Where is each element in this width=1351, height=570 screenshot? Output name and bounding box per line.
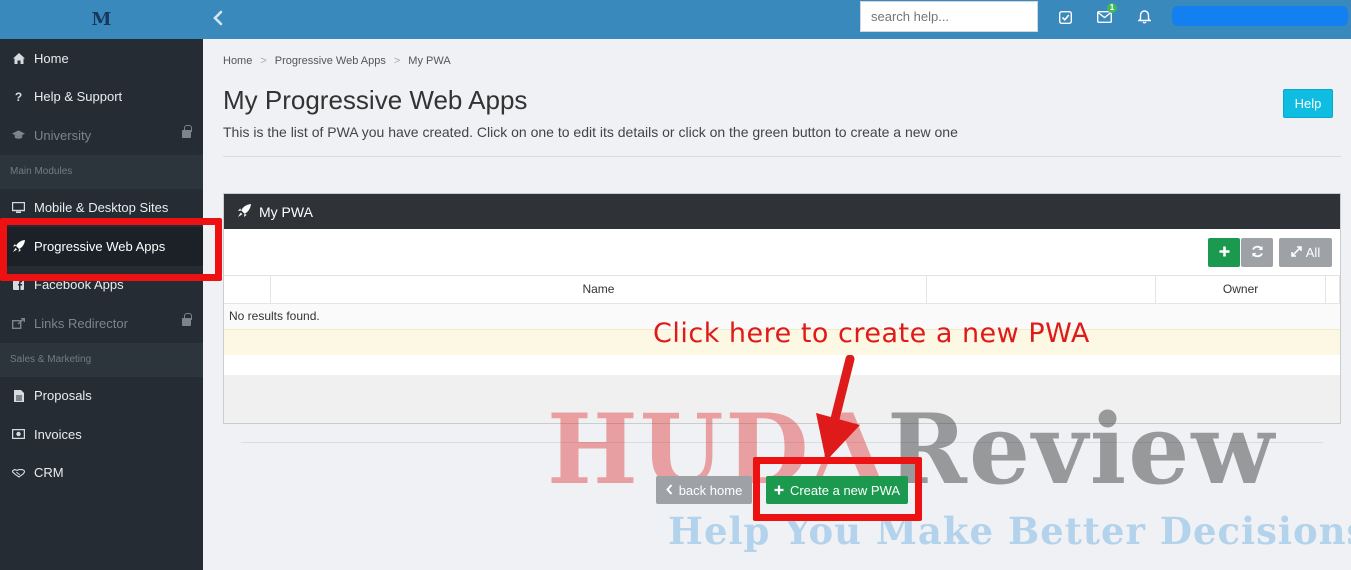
back-home-button[interactable]: back home [656, 476, 752, 504]
sidebar-item-crm[interactable]: CRM [0, 454, 203, 493]
highlight-box-create [753, 457, 922, 521]
highlight-box-sidebar [0, 218, 222, 281]
divider [223, 156, 1341, 157]
sidebar-item-home[interactable]: Home [0, 39, 203, 78]
blank-row [224, 355, 1340, 375]
column-header-name[interactable]: Name [270, 276, 927, 304]
back-home-label: back home [678, 482, 743, 498]
annotation-text: Click here to create a new PWA [653, 318, 1090, 349]
add-button[interactable] [1208, 238, 1240, 267]
chevron-left-icon [665, 483, 673, 498]
expand-all-label: All [1305, 245, 1321, 260]
money-icon [12, 428, 25, 441]
plus-icon [1219, 244, 1230, 262]
sidebar-section-main-modules: Main Modules [0, 154, 203, 189]
column-header-blank[interactable] [926, 276, 1157, 304]
page-title: My Progressive Web Apps [223, 85, 528, 115]
monitor-icon [12, 201, 25, 214]
sidebar-item-label: Help & Support [34, 89, 123, 105]
panel-header: My PWA [224, 194, 1340, 229]
expand-all-button[interactable]: All [1279, 238, 1332, 267]
sidebar-item-proposals[interactable]: Proposals [0, 377, 203, 416]
search-input[interactable] [860, 1, 1038, 32]
table-row [224, 355, 1340, 375]
user-menu[interactable] [1172, 6, 1348, 26]
question-icon: ? [14, 89, 23, 104]
handshake-icon [12, 466, 25, 479]
breadcrumb: Home > Progressive Web Apps > My PWA [223, 55, 451, 67]
annotation-arrow-icon [816, 355, 860, 461]
sidebar-item-university[interactable]: University [0, 116, 203, 155]
breadcrumb-separator: > [393, 55, 401, 67]
column-header-owner[interactable]: Owner [1155, 276, 1326, 304]
refresh-icon [1251, 245, 1264, 261]
sidebar-item-label: Invoices [34, 426, 82, 442]
page-description: This is the list of PWA you have created… [223, 124, 958, 140]
breadcrumb-item-home[interactable]: Home [223, 55, 252, 67]
rocket-icon [238, 203, 251, 220]
breadcrumb-separator: > [260, 55, 267, 67]
expand-icon [1290, 245, 1302, 260]
share-icon [12, 317, 25, 330]
panel-toolbar: All [224, 229, 1340, 276]
sidebar-item-label: Home [34, 50, 69, 66]
panel-title: My PWA [259, 203, 313, 220]
sidebar-item-help-support[interactable]: ? Help & Support [0, 78, 203, 117]
column-header-spacer [1325, 276, 1341, 304]
help-button[interactable]: Help [1283, 89, 1333, 118]
lock-icon [182, 125, 192, 138]
sidebar-item-label: University [34, 127, 92, 143]
logo-area[interactable]: M [0, 0, 203, 39]
sidebar-item-links-redirector[interactable]: Links Redirector [0, 304, 203, 343]
notification-badge: 1 [1107, 3, 1117, 13]
column-header-select[interactable] [224, 276, 272, 304]
chevron-left-icon[interactable] [213, 10, 225, 30]
sidebar: M Home ? Help & Support University Main … [0, 0, 203, 570]
sidebar-item-invoices[interactable]: Invoices [0, 415, 203, 454]
bell-icon[interactable] [1136, 9, 1152, 25]
graduation-cap-icon [12, 129, 25, 142]
home-icon [12, 52, 25, 65]
lock-icon [182, 313, 192, 326]
tasks-icon[interactable] [1057, 9, 1073, 25]
sidebar-item-label: Mobile & Desktop Sites [34, 200, 169, 216]
breadcrumb-item-progressive-web-apps[interactable]: Progressive Web Apps [275, 55, 386, 67]
watermark-part-2: Review [887, 393, 1276, 506]
table-header-row: Name Owner [224, 276, 1341, 304]
sidebar-item-label: Links Redirector [34, 315, 128, 331]
sidebar-item-label: Proposals [34, 388, 92, 404]
brand-logo: M [91, 8, 112, 30]
top-navigation-bar: 1 [203, 0, 1351, 39]
pwa-list-panel: My PWA All Name Owner No results found. [223, 193, 1341, 424]
sidebar-item-label: CRM [34, 465, 64, 481]
sidebar-section-sales-marketing: Sales & Marketing [0, 342, 203, 377]
refresh-button[interactable] [1241, 238, 1273, 267]
document-icon [12, 389, 25, 402]
breadcrumb-item-current: My PWA [408, 55, 451, 67]
